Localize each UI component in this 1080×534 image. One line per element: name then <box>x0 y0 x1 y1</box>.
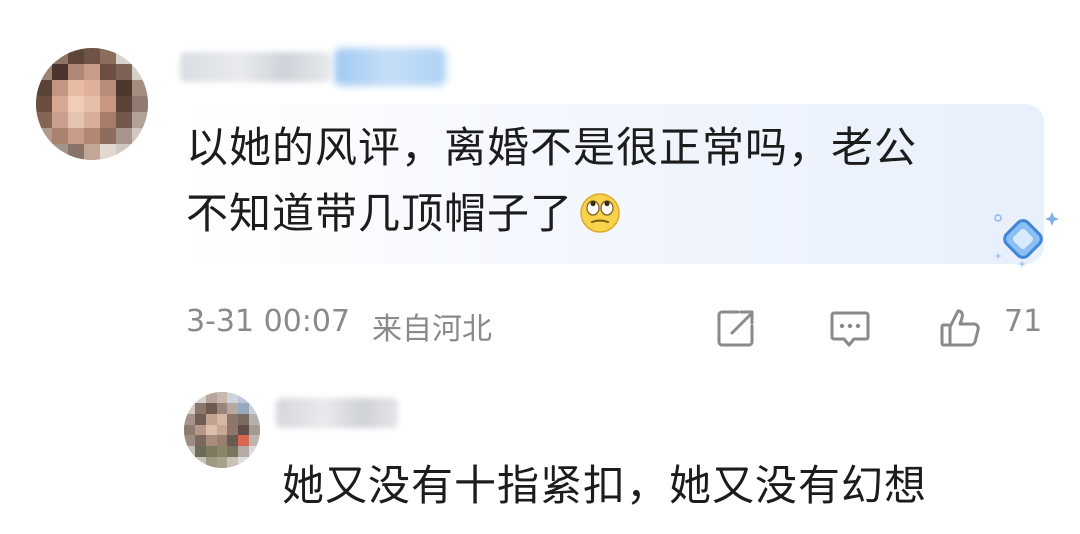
comment-thread: 以她的风评，离婚不是很正常吗，老公 不知道带几顶帽子了 3-31 00:07 来… <box>0 0 1080 534</box>
eye-roll-emoji-icon <box>580 193 620 233</box>
reply-text: 她又没有十指紧扣，她又没有幻想 <box>282 461 928 510</box>
reply-username-blurred[interactable] <box>276 398 398 428</box>
username-blurred[interactable] <box>180 52 330 82</box>
vip-badge-blurred <box>334 48 446 86</box>
diamond-icon <box>994 212 1059 268</box>
comment-location: 来自河北 <box>372 312 492 347</box>
reply-avatar-mosaic <box>184 392 260 468</box>
reply-avatar[interactable] <box>184 392 260 468</box>
comment-text-line2: 不知道带几顶帽子了 <box>186 186 621 242</box>
thumbs-up-icon[interactable] <box>938 306 982 350</box>
avatar[interactable] <box>36 48 148 160</box>
avatar-mosaic <box>36 48 148 160</box>
comment-timestamp: 3-31 00:07 <box>186 304 351 339</box>
like-count: 71 <box>1004 304 1043 339</box>
comment-text-line1: 以她的风评，离婚不是很正常吗，老公 <box>186 123 918 172</box>
share-icon[interactable] <box>714 306 758 350</box>
comment-icon[interactable] <box>828 306 872 350</box>
comment-text-line2-text: 不知道带几顶帽子了 <box>186 189 574 238</box>
